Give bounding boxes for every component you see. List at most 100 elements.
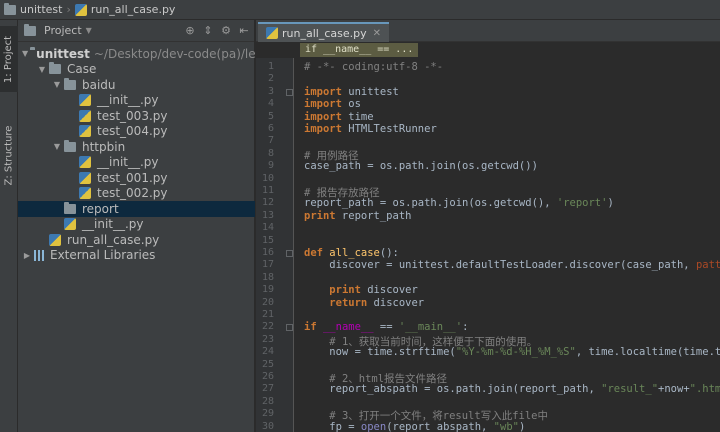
editor-tab-bar: run_all_case.py ✕: [256, 20, 720, 42]
tree-item-label: unittest: [36, 46, 90, 61]
code-line: import unittest: [304, 86, 399, 98]
line-number: 8: [267, 147, 274, 159]
line-number: 2: [267, 73, 274, 85]
line-number: 28: [261, 395, 274, 407]
scroll-from-source-icon[interactable]: ⊕: [184, 24, 196, 37]
code-token: fp =: [304, 420, 361, 432]
line-number: 7: [267, 135, 274, 147]
line-number: 27: [261, 383, 274, 395]
code-token: report_path: [335, 209, 412, 222]
tree-item-label: Case: [67, 62, 97, 77]
hide-panel-icon[interactable]: ⇤: [238, 24, 250, 37]
chevron-down-icon[interactable]: ▼: [52, 80, 62, 89]
tree-item[interactable]: report: [18, 201, 255, 217]
tree-item[interactable]: ▼ unittest ~/Desktop/dev-code(pa)/lear: [18, 46, 268, 62]
tree-item-label: __init__.py: [97, 155, 159, 170]
line-number: 25: [261, 358, 274, 370]
code-token: '__main__': [398, 321, 463, 334]
tree-item[interactable]: ▼ baidu: [18, 77, 255, 93]
python-file-icon: [79, 94, 91, 107]
line-number: 1: [267, 61, 274, 72]
tool-tab-project[interactable]: 1: Project: [0, 26, 18, 92]
python-file-icon: [79, 156, 91, 169]
collapse-all-icon[interactable]: ⇕: [202, 24, 214, 37]
chevron-down-icon[interactable]: ▼: [52, 142, 62, 151]
tree-item[interactable]: test_003.py: [18, 108, 255, 124]
gear-icon[interactable]: ⚙: [220, 24, 232, 37]
code-editor[interactable]: # -*- coding:utf-8 -*- import unittest imp…: [294, 58, 720, 432]
tree-item[interactable]: __init__.py: [18, 155, 255, 171]
line-number: 4: [267, 98, 274, 110]
navigation-breadcrumb: unittest › run_all_case.py: [0, 0, 720, 20]
code-token: if: [304, 321, 317, 334]
tree-item[interactable]: run_all_case.py: [18, 232, 255, 248]
tree-item[interactable]: test_001.py: [18, 170, 255, 186]
scope-breadcrumb[interactable]: if __name__ == ...: [300, 43, 419, 57]
tree-item[interactable]: test_002.py: [18, 186, 255, 202]
python-file-icon: [79, 187, 91, 200]
tool-tab-structure[interactable]: Z: Structure: [0, 116, 18, 194]
code-token: time: [341, 110, 374, 123]
code-token: import: [304, 85, 342, 98]
breadcrumb-file[interactable]: run_all_case.py: [74, 3, 175, 16]
line-number: 24: [261, 346, 274, 358]
folder-icon: [4, 2, 16, 15]
breadcrumb-separator: ›: [66, 3, 71, 16]
code-token: discover: [360, 284, 418, 297]
line-number: 22: [261, 321, 274, 333]
chevron-down-icon[interactable]: ▼: [86, 26, 92, 35]
code-token: :: [462, 321, 469, 334]
tree-item[interactable]: __init__.py: [18, 93, 255, 109]
line-number: 16: [261, 247, 274, 258]
code-token: # -*- coding:utf-8 -*-: [304, 61, 444, 73]
line-number: 10: [261, 172, 274, 184]
close-icon[interactable]: ✕: [373, 28, 381, 39]
code-token: all_case: [329, 247, 380, 259]
line-number: 12: [261, 197, 274, 209]
tree-item[interactable]: ▶ External Libraries: [18, 248, 255, 264]
line-number: 17: [261, 259, 274, 271]
fold-toggle-icon[interactable]: [286, 250, 293, 257]
project-panel: Project ▼ ⊕ ⇕ ⚙ ⇤ ▼ unittest ~/Desktop/dev…: [18, 20, 268, 432]
line-number: 30: [261, 420, 274, 432]
code-line: discover = unittest.defaultTestLoader.di…: [304, 259, 720, 271]
code-token: ): [607, 197, 614, 210]
folder-icon: [64, 77, 76, 90]
code-line: fp = open(report_abspath, "wb"): [304, 421, 525, 432]
code-token: "result_": [601, 383, 659, 396]
code-token: now = time.strftime(: [304, 346, 456, 359]
fold-toggle-icon[interactable]: [286, 88, 293, 96]
tree-item-label: __init__.py: [82, 217, 144, 232]
line-number: 29: [261, 408, 274, 420]
code-token: __name__: [322, 321, 374, 334]
line-number: 3: [267, 85, 274, 97]
code-token: os: [341, 98, 361, 111]
breadcrumb-project[interactable]: unittest: [4, 2, 62, 16]
fold-toggle-icon[interactable]: [286, 324, 293, 332]
tree-item[interactable]: test_004.py: [18, 124, 255, 140]
tree-item[interactable]: __init__.py: [18, 217, 255, 233]
line-number: 15: [261, 234, 274, 246]
code-token: , time.localtime(time.time()): [575, 346, 720, 359]
chevron-right-icon[interactable]: ▶: [22, 251, 32, 260]
line-number: 13: [261, 209, 274, 221]
code-token: def: [304, 247, 323, 259]
project-view-dropdown[interactable]: Project: [44, 24, 82, 37]
tree-item-label: test_001.py: [97, 170, 168, 185]
line-number: 11: [261, 185, 274, 196]
code-token: case_path = os.path.join(os.getcwd()): [304, 160, 538, 173]
chevron-down-icon[interactable]: ▼: [22, 49, 28, 58]
python-file-icon: [79, 125, 91, 138]
editor-tab-run-all-case[interactable]: run_all_case.py ✕: [258, 22, 389, 42]
line-number: 20: [261, 296, 274, 308]
tree-item[interactable]: ▼ Case: [18, 62, 255, 78]
tree-item[interactable]: ▼ httpbin: [18, 139, 255, 155]
folder-icon: [49, 62, 61, 75]
folder-icon: [64, 201, 76, 214]
code-line: return discover: [304, 297, 424, 309]
code-line: case_path = os.path.join(os.getcwd()): [304, 160, 538, 172]
tree-item-label: baidu: [82, 77, 116, 92]
chevron-down-icon[interactable]: ▼: [37, 65, 47, 74]
code-token: unittest: [341, 85, 399, 98]
